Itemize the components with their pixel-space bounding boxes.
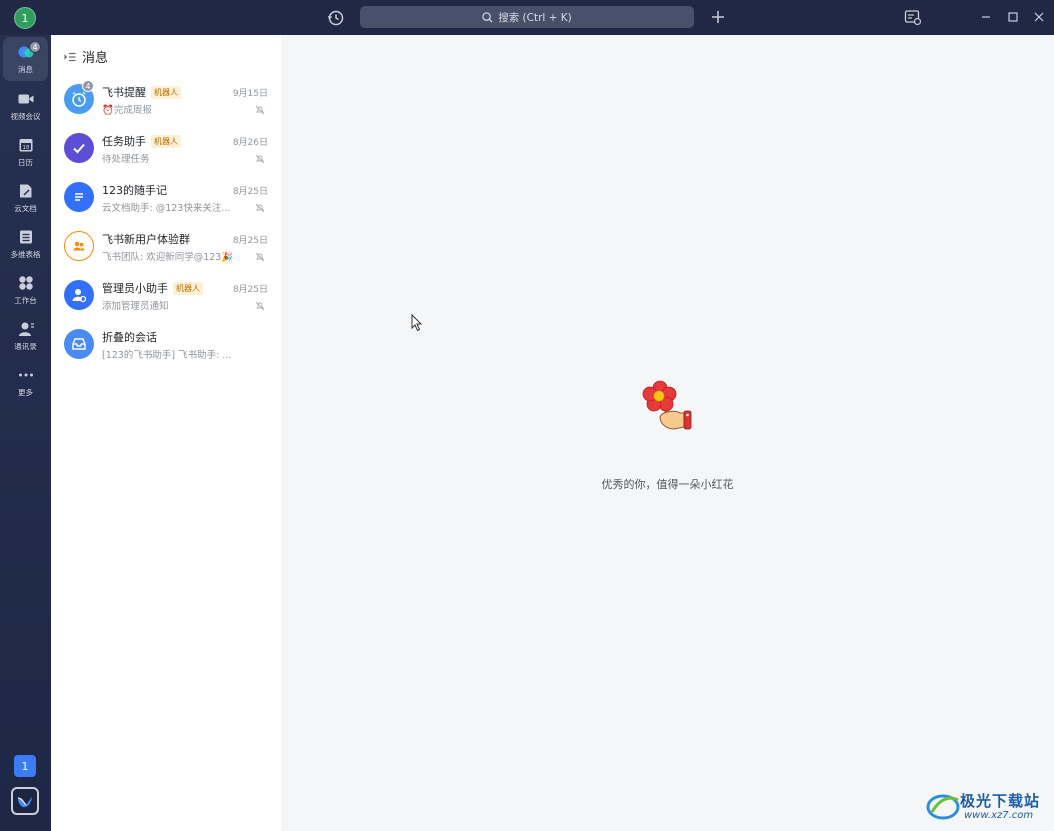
mute-bell-icon (255, 252, 265, 262)
conversation-title: 飞书提醒 机器人 (102, 84, 181, 100)
conversation-preview: 云文档助手: @123快来关注... (102, 203, 231, 214)
calendar-icon: 18 (19, 139, 32, 152)
collapse-list-icon[interactable] (64, 52, 76, 62)
conversation-name: 折叠的会话 (102, 331, 157, 344)
plus-icon[interactable] (710, 9, 726, 25)
nav-item-cloud-docs[interactable]: 云文档 (3, 176, 48, 220)
watermark-logo-icon (926, 794, 960, 820)
conversation-date: 8月25日 (232, 285, 268, 295)
nav-label: 日历 (18, 158, 33, 167)
mute-bell-icon (255, 105, 265, 115)
group-icon (64, 231, 94, 261)
nav-label: 消息 (18, 65, 33, 74)
nav-label: 视频会议 (10, 112, 41, 121)
maximize-icon[interactable] (1006, 10, 1020, 24)
conversation-title: 管理员小助手 机器人 (102, 280, 203, 296)
conversation-preview: 飞书团队: 欢迎新同学@123🎉 (102, 252, 234, 263)
conversation-name: 飞书提醒 (102, 86, 146, 99)
conversation-preview: 添加管理员通知 (102, 301, 169, 312)
base-table-icon (19, 230, 32, 244)
conversation-name: 管理员小助手 (102, 282, 168, 295)
main-content-area: 优秀的你，值得一朵小红花 (281, 35, 1054, 831)
conversation-item[interactable]: 折叠的会话 [123的飞书助手] 飞书助手: ... (51, 323, 281, 372)
conversation-preview: 待处理任务 (102, 154, 150, 165)
nav-label: 通讯录 (14, 342, 37, 351)
nav-label: 更多 (18, 388, 33, 397)
app-logo-icon[interactable] (11, 787, 39, 815)
inbox-icon (64, 329, 94, 359)
list-title: 消息 (82, 51, 109, 66)
history-icon[interactable] (326, 8, 346, 28)
search-placeholder: 搜索 (Ctrl + K) (498, 11, 572, 24)
task-check-icon (64, 133, 94, 163)
mute-bell-icon (255, 301, 265, 311)
nav-item-workplace[interactable]: 工作台 (3, 268, 48, 312)
messages-badge: 4 (29, 41, 41, 53)
status-badge[interactable]: 1 (14, 755, 36, 777)
mute-bell-icon (255, 154, 265, 164)
unread-badge: 4 (82, 80, 94, 92)
conversation-item[interactable]: 123的随手记 云文档助手: @123快来关注... 8月25日 (51, 176, 281, 225)
list-header: 消息 (64, 47, 108, 66)
conversation-name: 123的随手记 (102, 184, 167, 197)
nav-label: 云文档 (14, 204, 37, 213)
conversation-preview: ⏰完成周报 (102, 105, 152, 116)
watermark: 极光下载站 www.xz7.com (926, 790, 1048, 826)
user-avatar[interactable]: 1 (14, 7, 36, 29)
minimize-icon[interactable] (979, 10, 993, 24)
notification-settings-icon[interactable] (904, 9, 922, 26)
more-icon (18, 373, 33, 377)
watermark-url: www.xz7.com (964, 810, 1034, 821)
search-input[interactable]: 搜索 (Ctrl + K) (360, 6, 694, 28)
conversation-title: 任务助手 机器人 (102, 133, 181, 149)
conversation-item[interactable]: 飞书新用户体验群 飞书团队: 欢迎新同学@123🎉 8月25日 (51, 225, 281, 274)
close-icon[interactable] (1032, 10, 1046, 24)
red-flower-icon (642, 380, 692, 430)
empty-state-text: 优秀的你，值得一朵小红花 (601, 478, 734, 491)
conversation-preview: [123的飞书助手] 飞书助手: ... (102, 350, 232, 361)
left-nav-rail: 4 消息 视频会议 18 日历 云文档 多维表格 工作台 通讯录 更多 1 (0, 35, 51, 831)
nav-item-messages[interactable]: 4 消息 (3, 37, 48, 81)
conversation-date: 8月25日 (232, 187, 268, 197)
search-icon (482, 11, 493, 23)
nav-item-more[interactable]: 更多 (3, 360, 48, 404)
contacts-icon (18, 322, 34, 336)
svg-text:18: 18 (22, 145, 29, 151)
conversation-list-panel: 消息 4 飞书提醒 机器人 ⏰完成周报 9月15日 任务助手 机器人 待处理任务… (51, 35, 281, 831)
workplace-icon (18, 276, 33, 290)
conversation-name: 飞书新用户体验群 (102, 233, 190, 246)
mute-bell-icon (255, 203, 265, 213)
bot-tag: 机器人 (151, 134, 181, 148)
document-icon (64, 182, 94, 212)
nav-label: 多维表格 (10, 250, 41, 259)
conversation-title: 飞书新用户体验群 (102, 231, 190, 247)
admin-user-icon (64, 280, 94, 310)
video-icon (18, 94, 33, 104)
nav-item-video[interactable]: 视频会议 (3, 84, 48, 128)
conversation-item[interactable]: 任务助手 机器人 待处理任务 8月26日 (51, 127, 281, 176)
bot-tag: 机器人 (151, 85, 181, 99)
nav-label: 工作台 (14, 296, 37, 305)
conversation-date: 8月26日 (232, 138, 268, 148)
mouse-cursor-icon (411, 314, 423, 332)
nav-item-base[interactable]: 多维表格 (3, 222, 48, 266)
conversation-title: 123的随手记 (102, 182, 167, 198)
conversation-date: 9月15日 (232, 89, 268, 99)
conversation-title: 折叠的会话 (102, 329, 157, 345)
conversation-date: 8月25日 (232, 236, 268, 246)
conversation-item[interactable]: 4 飞书提醒 机器人 ⏰完成周报 9月15日 (51, 78, 281, 127)
conversation-name: 任务助手 (102, 135, 146, 148)
nav-item-calendar[interactable]: 18 日历 (3, 130, 48, 174)
conversation-item[interactable]: 管理员小助手 机器人 添加管理员通知 8月25日 (51, 274, 281, 323)
bot-tag: 机器人 (173, 281, 203, 295)
nav-item-contacts[interactable]: 通讯录 (3, 314, 48, 358)
cloud-doc-icon (19, 184, 31, 198)
watermark-text: 极光下载站 (960, 792, 1041, 810)
title-bar: 1 搜索 (Ctrl + K) (0, 0, 1054, 35)
